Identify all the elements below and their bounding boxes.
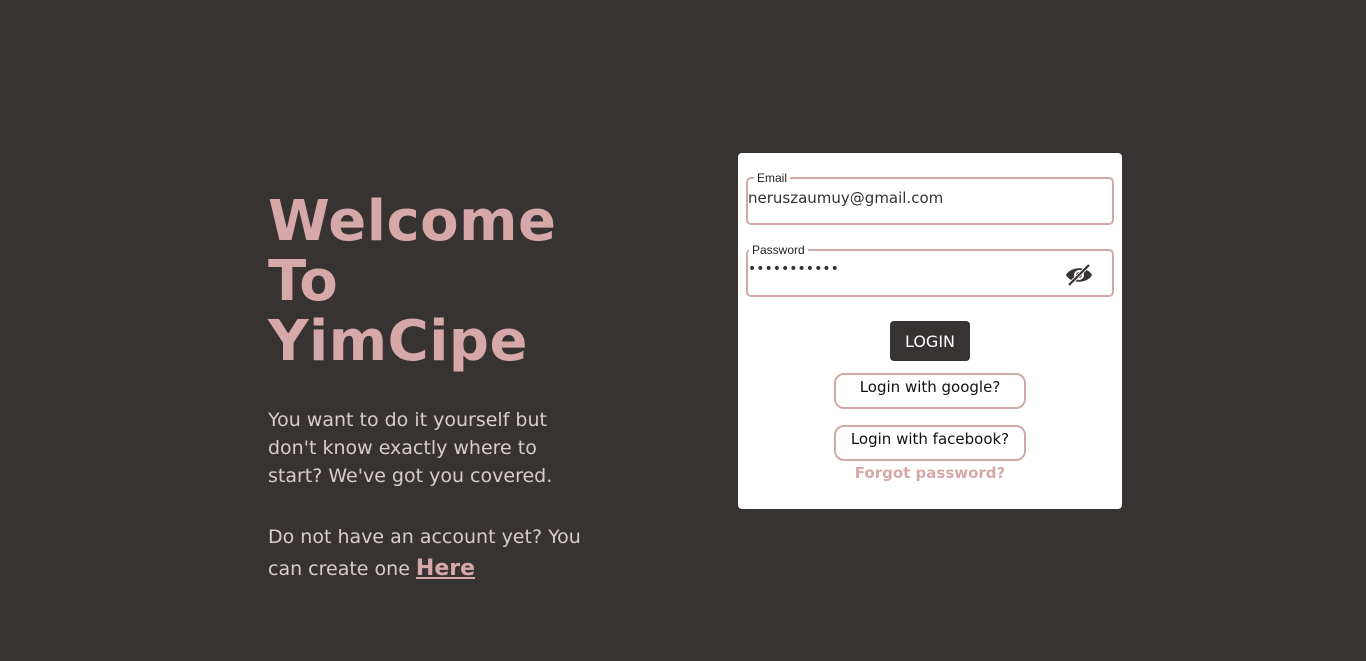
- google-login-button[interactable]: Login with google?: [834, 373, 1026, 409]
- eye-off-icon[interactable]: [1064, 263, 1094, 287]
- password-field[interactable]: Password: [746, 243, 1114, 297]
- password-label: Password: [749, 243, 808, 257]
- welcome-description: You want to do it yourself but don't kno…: [268, 409, 553, 487]
- forgot-password-link[interactable]: Forgot password?: [738, 464, 1122, 482]
- login-page: Welcome To YimCipe You want to do it you…: [0, 0, 1366, 661]
- email-label: Email: [754, 171, 791, 185]
- login-card: Email Password LOGIN Login with google? …: [738, 153, 1122, 509]
- signup-link[interactable]: Here: [416, 556, 475, 581]
- login-button[interactable]: LOGIN: [890, 321, 970, 361]
- email-input[interactable]: [748, 189, 1048, 207]
- signup-prompt: Do not have an account yet? You can crea…: [268, 522, 598, 585]
- facebook-login-button[interactable]: Login with facebook?: [834, 425, 1026, 461]
- eye-off-icon-graphic: [1066, 263, 1092, 287]
- email-field[interactable]: Email: [746, 171, 1114, 225]
- password-input[interactable]: [748, 261, 1048, 277]
- welcome-heading-line2: To YimCipe: [268, 249, 528, 374]
- welcome-section: Welcome To YimCipe You want to do it you…: [268, 192, 608, 604]
- welcome-heading: Welcome To YimCipe: [268, 192, 608, 372]
- welcome-heading-line1: Welcome: [268, 189, 557, 254]
